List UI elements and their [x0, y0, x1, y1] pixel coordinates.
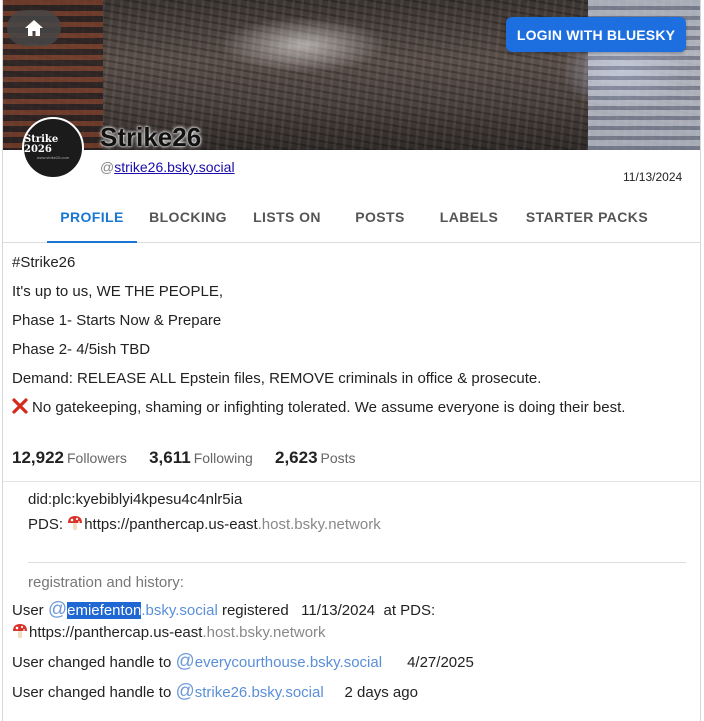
following-count: 3,611: [149, 448, 191, 467]
profile-page: LOGIN WITH BLUESKY Strike 2026 www.strik…: [2, 0, 701, 721]
profile-handle: @strike26.bsky.social: [100, 159, 235, 175]
bio-line-with-icon: No gatekeeping, shaming or infighting to…: [12, 397, 692, 426]
pds-url-host[interactable]: .host.bsky.network: [202, 624, 325, 641]
profile-tabs: PROFILE BLOCKING LISTS ON POSTS LABELS S…: [3, 195, 700, 243]
history-text: User: [12, 602, 44, 619]
followers-label: Followers: [67, 450, 127, 466]
tab-labels[interactable]: LABELS: [434, 195, 504, 241]
history-text: User changed handle to: [12, 654, 172, 671]
pds-url-primary[interactable]: https://panthercap.us-east: [29, 624, 202, 641]
history-handle-change: User changed handle to @everycourthouse.…: [12, 651, 474, 673]
home-icon: [25, 20, 43, 36]
pds-info: PDS: https://panthercap.us-east.host.bsk…: [28, 515, 381, 533]
posts-label: Posts: [320, 450, 356, 466]
tab-starter-packs[interactable]: STARTER PACKS: [523, 195, 651, 241]
history-registration: User @emiefenton.bsky.social registered …: [12, 599, 435, 621]
history-text: User changed handle to: [12, 684, 172, 701]
handle-at: @: [100, 159, 115, 175]
mushroom-icon: [68, 516, 83, 530]
home-button[interactable]: [7, 10, 61, 46]
tab-posts[interactable]: POSTS: [347, 195, 413, 241]
bio-line: #Strike26: [12, 254, 76, 271]
bio-line-text: No gatekeeping, shaming or infighting to…: [32, 399, 626, 416]
mushroom-icon: [13, 624, 27, 638]
at-symbol: @: [47, 599, 68, 620]
tab-profile[interactable]: PROFILE: [47, 195, 137, 243]
following-label: Following: [193, 450, 253, 466]
bio-line: Phase 2- 4/5ish TBD: [12, 341, 151, 358]
posts-stat[interactable]: 2,623 Posts: [275, 448, 356, 468]
handle-link[interactable]: .bsky.social: [141, 602, 217, 619]
history-date: 2 days ago: [344, 684, 418, 701]
at-symbol: @: [175, 681, 195, 702]
profile-bio: #Strike26 It's up to us, WE THE PEOPLE, …: [12, 252, 692, 426]
login-with-bluesky-button[interactable]: LOGIN WITH BLUESKY: [506, 17, 686, 52]
handle-link[interactable]: everycourthouse.bsky.social: [195, 654, 382, 671]
avatar-logo-subtext: www.strike26.com: [36, 155, 70, 160]
avatar-logo-text: Strike 2026: [24, 134, 59, 155]
handle-link[interactable]: strike26.bsky.social: [114, 159, 234, 175]
avatar: Strike 2026 www.strike26.com: [22, 117, 84, 179]
history-date: 11/13/2024: [301, 602, 376, 619]
did-identifier: did:plc:kyebiblyi4kpesu4c4nlr5ia: [28, 491, 243, 508]
at-symbol: @: [175, 651, 195, 672]
divider: [28, 562, 686, 563]
posts-count: 2,623: [275, 448, 318, 467]
divider: [3, 481, 700, 482]
tab-blocking[interactable]: BLOCKING: [146, 195, 230, 241]
profile-stats: 12,922 Followers 3,611 Following 2,623 Post…: [12, 448, 374, 468]
history-handle-change: User changed handle to @strike26.bsky.so…: [12, 681, 418, 703]
history-heading: registration and history:: [28, 574, 184, 591]
bio-line: It's up to us, WE THE PEOPLE,: [12, 283, 223, 300]
tab-lists-on[interactable]: LISTS ON: [247, 195, 327, 241]
bio-line: Phase 1- Starts Now & Prepare: [12, 312, 222, 329]
display-name: Strike26: [100, 122, 202, 152]
following-stat[interactable]: 3,611 Following: [149, 448, 253, 468]
history-date: 4/27/2025: [407, 654, 474, 671]
cross-mark-icon: [12, 398, 28, 414]
pds-url-primary[interactable]: https://panthercap.us-east: [84, 516, 257, 533]
selected-handle-text[interactable]: emiefenton: [67, 602, 142, 619]
pds-url-host[interactable]: .host.bsky.network: [258, 516, 381, 533]
created-date: 11/13/2024: [623, 170, 683, 184]
pds-label: PDS:: [28, 516, 64, 533]
followers-stat[interactable]: 12,922 Followers: [12, 448, 127, 468]
history-text: registered: [221, 602, 289, 619]
handle-link[interactable]: strike26.bsky.social: [195, 684, 324, 701]
bio-line: Demand: RELEASE ALL Epstein files, REMOV…: [12, 370, 542, 387]
followers-count: 12,922: [12, 448, 64, 467]
history-registration-pds: https://panthercap.us-east.host.bsky.net…: [12, 623, 326, 641]
history-text: at PDS:: [383, 602, 436, 619]
